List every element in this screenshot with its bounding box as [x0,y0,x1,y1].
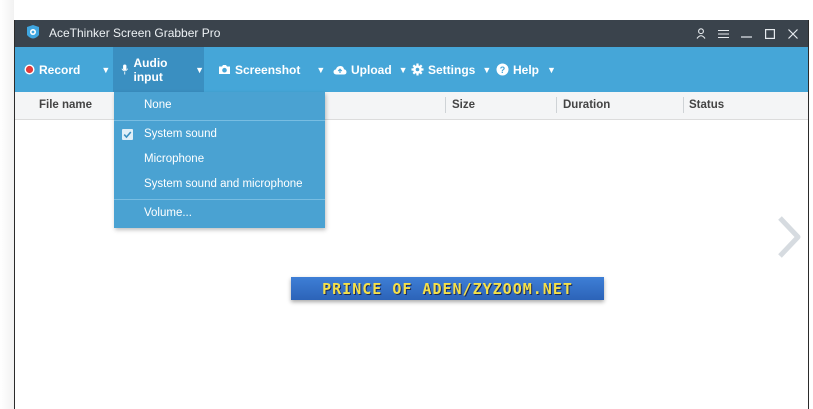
title-bar: AceThinker Screen Grabber Pro [15,20,808,47]
record-dropdown-caret-icon[interactable]: ▼ [101,65,110,75]
app-title: AceThinker Screen Grabber Pro [49,26,221,40]
menu-divider [114,199,325,200]
menu-item-label: Microphone [144,153,205,165]
microphone-icon [121,64,129,75]
screenshot-label: Screenshot [235,62,301,77]
column-status[interactable]: Status [689,92,724,119]
audio-input-menu: None System sound Microphone System soun… [114,92,325,228]
maximize-icon[interactable] [760,24,779,43]
settings-label: Settings [428,62,476,77]
close-icon[interactable] [783,24,802,43]
camera-icon [219,65,230,74]
upload-label: Upload [351,62,392,77]
menu-item-microphone[interactable]: Microphone [114,147,325,172]
menu-item-label: System sound [144,128,217,140]
menu-item-system-sound[interactable]: System sound [114,122,325,147]
help-button[interactable]: ? Help ▼ [496,47,556,92]
app-window: AceThinker Screen Grabber Pro Record ▼ A… [14,20,809,409]
cloud-upload-icon [333,65,347,74]
upload-dropdown-caret-icon[interactable]: ▼ [399,65,408,75]
app-logo-icon [27,25,39,39]
watermark-banner: PRINCE OF ADEN/ZYZOOM.NET [291,277,604,300]
record-button[interactable]: Record ▼ [24,47,110,92]
record-dot-icon [24,64,35,75]
column-divider [445,97,446,113]
record-label: Record [39,62,81,77]
settings-dropdown-caret-icon[interactable]: ▼ [482,65,491,75]
gear-icon [411,63,424,76]
screenshot-dropdown-caret-icon[interactable]: ▼ [316,65,325,75]
audio-input-label: Audio input [133,55,168,84]
column-divider [683,97,684,113]
help-label: Help [513,62,540,77]
menu-item-label: Volume... [144,207,192,219]
svg-text:?: ? [500,65,506,75]
menu-item-system-sound-and-microphone[interactable]: System sound and microphone [114,172,325,197]
menu-item-label: System sound and microphone [144,178,303,190]
left-shadow [0,0,14,409]
user-icon[interactable] [691,24,710,43]
menu-item-none[interactable]: None [114,93,325,118]
upload-button[interactable]: Upload ▼ [333,47,408,92]
menu-item-label: None [144,99,172,111]
column-size[interactable]: Size [452,92,475,119]
main-toolbar: Record ▼ Audio input ▼ Screenshot ▼ Uplo… [15,47,808,92]
help-dropdown-caret-icon[interactable]: ▼ [547,65,556,75]
next-arrow-icon[interactable] [776,216,802,258]
audio-dropdown-caret-icon[interactable]: ▼ [195,65,204,75]
column-file-name[interactable]: File name [39,92,92,119]
menu-item-volume[interactable]: Volume... [114,201,325,226]
column-duration[interactable]: Duration [563,92,610,119]
menu-icon[interactable] [714,24,733,43]
checkbox-checked-icon[interactable] [122,129,133,140]
minimize-icon[interactable] [737,24,756,43]
screenshot-button[interactable]: Screenshot ▼ [218,47,325,92]
watermark-text: PRINCE OF ADEN/ZYZOOM.NET [322,279,573,298]
column-divider [556,97,557,113]
background-strip [0,0,813,409]
settings-button[interactable]: Settings ▼ [411,47,491,92]
question-icon: ? [496,63,509,76]
audio-input-button[interactable]: Audio input ▼ [113,47,204,92]
menu-divider [114,120,325,121]
